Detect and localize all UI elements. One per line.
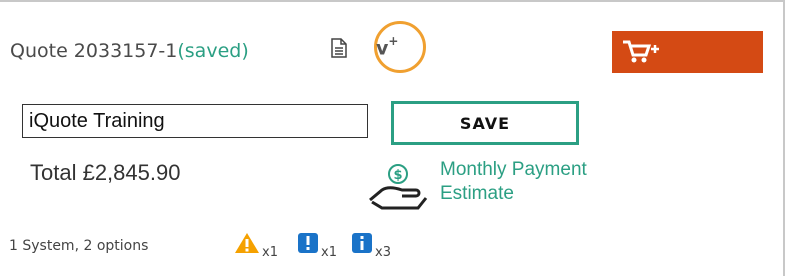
error-icon — [298, 233, 318, 253]
warning-icon — [235, 233, 259, 253]
cart-plus-icon — [623, 40, 659, 63]
error-alert[interactable]: x1 — [297, 232, 337, 260]
quote-status: (saved) — [177, 40, 249, 62]
save-button[interactable]: SAVE — [391, 101, 579, 145]
error-count: x1 — [321, 245, 337, 260]
version-plus: + — [388, 34, 399, 48]
quote-summary: 1 System, 2 options — [9, 238, 149, 254]
document-icon[interactable] — [331, 38, 347, 58]
warning-count: x1 — [262, 245, 278, 260]
monthly-payment-link[interactable]: Monthly Payment Estimate — [440, 158, 640, 206]
quote-number: Quote 2033157-1 — [10, 40, 178, 62]
version-label: v — [376, 37, 389, 60]
info-count: x3 — [375, 245, 391, 260]
quote-title: Quote 2033157-1(saved) — [10, 40, 249, 62]
info-icon — [352, 233, 372, 253]
warning-alert[interactable]: x1 — [234, 232, 278, 260]
quote-name-input[interactable] — [22, 104, 368, 138]
new-version-button[interactable]: v+ — [376, 34, 399, 60]
payment-line-1: Monthly Payment — [440, 159, 587, 180]
payment-line-2: Estimate — [440, 183, 514, 204]
monthly-payment-icon[interactable]: $ — [368, 162, 428, 212]
total-price: Total £2,845.90 — [30, 160, 181, 185]
info-alert[interactable]: x3 — [351, 232, 391, 260]
add-to-cart-button[interactable] — [612, 31, 763, 73]
svg-text:$: $ — [393, 168, 402, 183]
